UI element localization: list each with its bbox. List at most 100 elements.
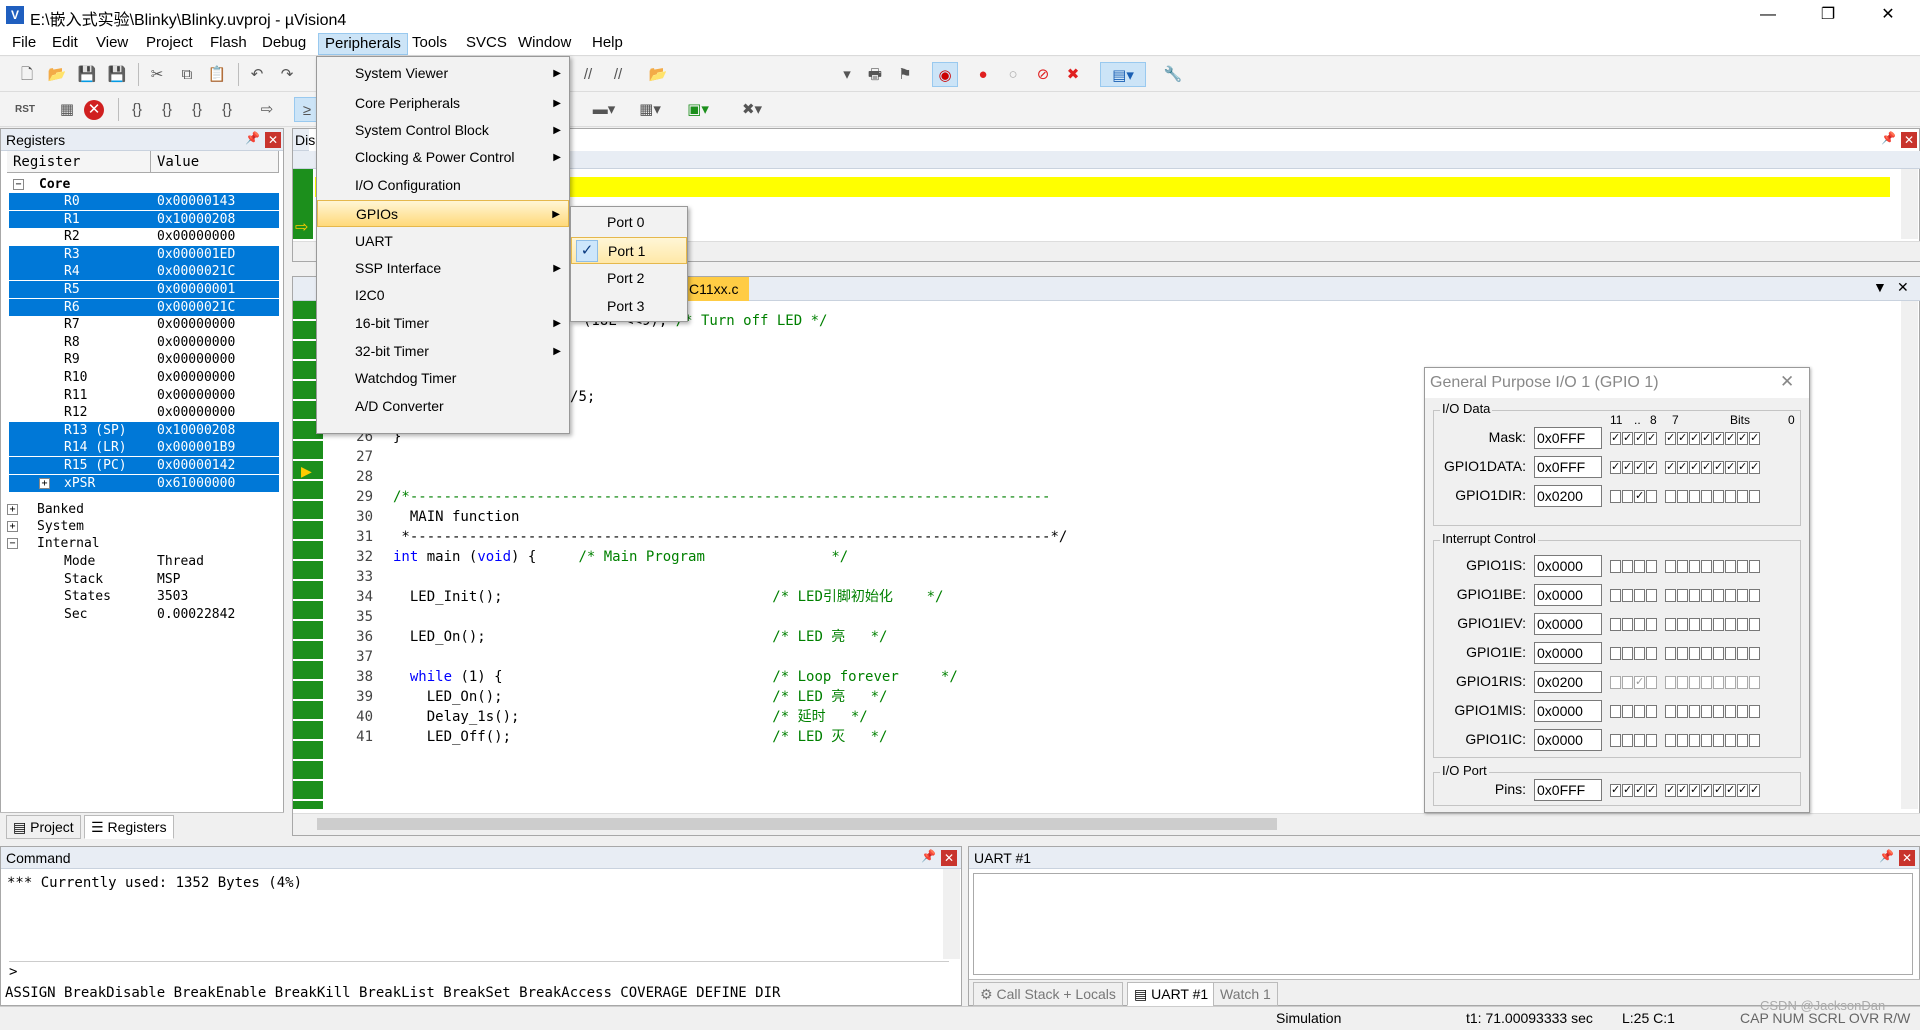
bit-checkbox[interactable]: [1665, 618, 1676, 632]
internal-row[interactable]: States 3503: [9, 588, 279, 605]
peripherals-menu-item[interactable]: UART: [317, 228, 569, 255]
tab-call-stack[interactable]: ⚙ Call Stack + Locals: [973, 982, 1123, 1006]
bit-checkbox[interactable]: [1646, 647, 1657, 661]
bit-checkbox[interactable]: [1677, 705, 1688, 719]
run-icon[interactable]: ▦: [54, 97, 80, 122]
copy-icon[interactable]: ⧉: [174, 62, 200, 87]
bit-checkbox[interactable]: [1713, 560, 1724, 574]
bit-checkbox[interactable]: [1725, 618, 1736, 632]
bit-checkbox[interactable]: [1689, 647, 1700, 661]
bit-checkbox[interactable]: [1737, 589, 1748, 603]
register-row[interactable]: R1 0x10000208: [9, 210, 279, 228]
save-icon[interactable]: 💾: [74, 62, 100, 87]
paste-icon[interactable]: 📋: [204, 62, 230, 87]
bit-checkbox[interactable]: ✓: [1634, 432, 1645, 446]
bit-checkbox[interactable]: [1689, 589, 1700, 603]
bit-checkbox[interactable]: ✓: [1701, 461, 1712, 475]
bit-checkbox[interactable]: ✓: [1665, 461, 1676, 475]
menu-project[interactable]: Project: [140, 33, 199, 55]
register-row[interactable]: R13 (SP) 0x10000208: [9, 421, 279, 439]
menu-file[interactable]: File: [6, 33, 42, 55]
value-column-header[interactable]: Value: [151, 151, 279, 173]
bit-checkbox[interactable]: [1713, 705, 1724, 719]
configure-icon[interactable]: 🔧: [1160, 62, 1186, 87]
tab-list-chevron-icon[interactable]: ▼: [1873, 279, 1887, 295]
bit-checkbox[interactable]: [1701, 647, 1712, 661]
bit-checkbox[interactable]: [1701, 490, 1712, 504]
toolbox-icon[interactable]: ✖▾: [732, 97, 772, 122]
bit-checkbox[interactable]: ✓: [1725, 784, 1736, 798]
bit-checkbox[interactable]: [1646, 560, 1657, 574]
editor-vscrollbar[interactable]: [1901, 301, 1918, 809]
bit-checkbox[interactable]: [1749, 490, 1760, 504]
bit-checkbox[interactable]: [1646, 734, 1657, 748]
bit-checkbox[interactable]: ✓: [1622, 432, 1633, 446]
bit-checkbox[interactable]: [1737, 705, 1748, 719]
bit-checkbox[interactable]: [1634, 734, 1645, 748]
bit-checkbox[interactable]: [1610, 560, 1621, 574]
bit-checkbox[interactable]: ✓: [1677, 432, 1688, 446]
open-file-icon[interactable]: 📂: [44, 62, 70, 87]
menu-flash[interactable]: Flash: [204, 33, 253, 55]
register-value-field[interactable]: 0x0FFF: [1534, 427, 1602, 449]
bit-checkbox[interactable]: [1610, 647, 1621, 661]
bit-checkbox[interactable]: ✓: [1634, 461, 1645, 475]
menu-window[interactable]: Window: [512, 33, 577, 55]
bit-checkbox[interactable]: [1646, 490, 1657, 504]
bit-checkbox[interactable]: [1646, 589, 1657, 603]
bit-checkbox[interactable]: [1713, 734, 1724, 748]
tab-uart1[interactable]: ▤ UART #1: [1127, 982, 1216, 1006]
bit-checkbox[interactable]: [1665, 490, 1676, 504]
tab-project[interactable]: ▤ Project: [6, 815, 81, 839]
bit-checkbox[interactable]: [1634, 705, 1645, 719]
register-row[interactable]: R7 0x00000000: [9, 316, 279, 333]
register-row[interactable]: R9 0x00000000: [9, 351, 279, 368]
bit-checkbox[interactable]: [1713, 589, 1724, 603]
bit-checkbox[interactable]: ✓: [1737, 432, 1748, 446]
bit-checkbox[interactable]: ✓: [1737, 784, 1748, 798]
debug-session-icon[interactable]: ◉: [932, 62, 958, 87]
bit-checkbox[interactable]: [1622, 618, 1633, 632]
register-row[interactable]: R5 0x00000001: [9, 281, 279, 298]
register-value-field[interactable]: 0x0000: [1534, 729, 1602, 751]
bit-checkbox[interactable]: [1725, 705, 1736, 719]
save-all-icon[interactable]: 💾: [104, 62, 130, 87]
bit-checkbox[interactable]: [1713, 618, 1724, 632]
peripherals-menu-item[interactable]: SSP Interface ▶: [317, 255, 569, 282]
peripherals-menu-item[interactable]: System Control Block ▶: [317, 117, 569, 144]
bit-checkbox[interactable]: [1622, 676, 1633, 690]
stop-icon[interactable]: ✕: [84, 100, 104, 120]
bit-checkbox[interactable]: [1701, 705, 1712, 719]
disassembly-scrollbar[interactable]: [1901, 169, 1918, 239]
menu-help[interactable]: Help: [586, 33, 629, 55]
register-row[interactable]: R4 0x0000021C: [9, 263, 279, 281]
bit-checkbox[interactable]: [1634, 647, 1645, 661]
register-value-field[interactable]: 0x0000: [1534, 700, 1602, 722]
peripherals-menu-item[interactable]: Clocking & Power Control ▶: [317, 144, 569, 171]
bit-checkbox[interactable]: [1646, 618, 1657, 632]
bit-checkbox[interactable]: ✓: [1689, 461, 1700, 475]
bit-checkbox[interactable]: ✓: [1689, 432, 1700, 446]
close-panel-icon[interactable]: ✕: [941, 850, 957, 866]
bit-checkbox[interactable]: [1749, 647, 1760, 661]
bit-checkbox[interactable]: [1725, 490, 1736, 504]
bit-checkbox[interactable]: [1665, 705, 1676, 719]
register-value-field[interactable]: 0x0200: [1534, 485, 1602, 507]
bit-checkbox[interactable]: [1725, 560, 1736, 574]
bit-checkbox[interactable]: [1749, 705, 1760, 719]
menu-debug[interactable]: Debug: [256, 33, 312, 55]
register-row[interactable]: R14 (LR) 0x000001B9: [9, 439, 279, 457]
bit-checkbox[interactable]: ✓: [1646, 784, 1657, 798]
bit-checkbox[interactable]: ✓: [1646, 432, 1657, 446]
cut-icon[interactable]: ✂: [144, 62, 170, 87]
bit-checkbox[interactable]: [1634, 560, 1645, 574]
peripherals-menu-item[interactable]: I2C0: [317, 282, 569, 309]
run-to-cursor-icon[interactable]: {}: [214, 97, 240, 122]
trace-window-icon[interactable]: ▣▾: [680, 97, 716, 122]
close-window-button[interactable]: ✕: [1860, 0, 1916, 30]
register-row[interactable]: R10 0x00000000: [9, 369, 279, 386]
bit-checkbox[interactable]: [1701, 560, 1712, 574]
bit-checkbox[interactable]: [1701, 618, 1712, 632]
command-prompt[interactable]: >: [9, 961, 949, 980]
bit-checkbox[interactable]: [1665, 647, 1676, 661]
